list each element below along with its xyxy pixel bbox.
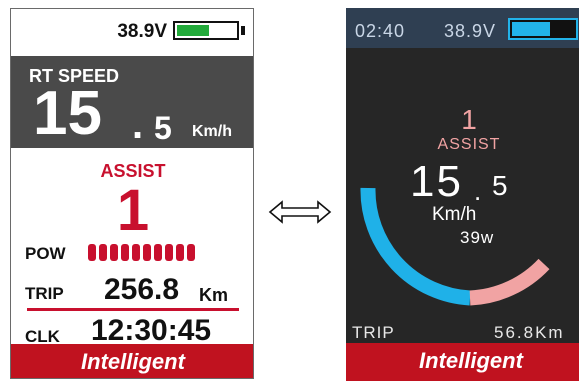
battery-icon: [508, 18, 578, 40]
speed-decimal: 5: [492, 170, 508, 201]
trip-unit: Km: [199, 285, 229, 305]
power-segment: [165, 244, 173, 261]
double-arrow-icon: [268, 200, 332, 224]
clock-value: 02:40: [355, 21, 406, 41]
battery-tip: [241, 26, 245, 35]
assist-level: 1: [461, 104, 477, 135]
power-segment: [187, 244, 195, 261]
power-segment: [110, 244, 118, 261]
power-segment: [132, 244, 140, 261]
speed-integer: 15: [410, 157, 463, 206]
trip-value: 56.8Km: [494, 323, 565, 342]
divider: [27, 308, 239, 311]
speed-decimal-point: .: [132, 103, 144, 147]
brand-label: Intelligent: [419, 348, 523, 373]
speed-unit: Km/h: [192, 123, 232, 140]
battery-voltage: 38.9V: [444, 21, 497, 41]
power-segment: [121, 244, 129, 261]
speed-decimal: 5: [154, 110, 172, 146]
power-segment: [88, 244, 96, 261]
trip-label: TRIP: [25, 284, 64, 303]
classic-display-screen: 38.9V RT SPEED 15 . 5 Km/h ASSIST 1 POW …: [10, 8, 254, 379]
trip-value: 256.8: [104, 273, 180, 306]
battery-voltage: 38.9V: [117, 21, 167, 42]
trip-label: TRIP: [352, 323, 395, 342]
power-value: 39w: [460, 228, 495, 247]
assist-label: ASSIST: [437, 136, 501, 153]
power-segment: [176, 244, 184, 261]
clock-value: 12:30:45: [91, 314, 212, 347]
speed-unit: Km/h: [432, 204, 477, 225]
dark-display-screen: 02:40 38.9V 1 ASSIST 15 . 5 Km/h 39w TRI…: [346, 8, 579, 381]
power-segment: [99, 244, 107, 261]
battery-icon: [173, 21, 239, 40]
power-segment: [143, 244, 151, 261]
power-segment: [154, 244, 162, 261]
power-label: POW: [25, 244, 66, 263]
power-bar: [88, 244, 195, 261]
battery-level-fill: [512, 22, 550, 36]
speed-integer: 15: [33, 79, 102, 148]
assist-level: 1: [116, 178, 150, 243]
battery-level-fill: [177, 25, 209, 36]
brand-label: Intelligent: [81, 349, 185, 374]
gauge-arc-pink: [469, 258, 550, 306]
speed-decimal-point: .: [474, 176, 482, 206]
